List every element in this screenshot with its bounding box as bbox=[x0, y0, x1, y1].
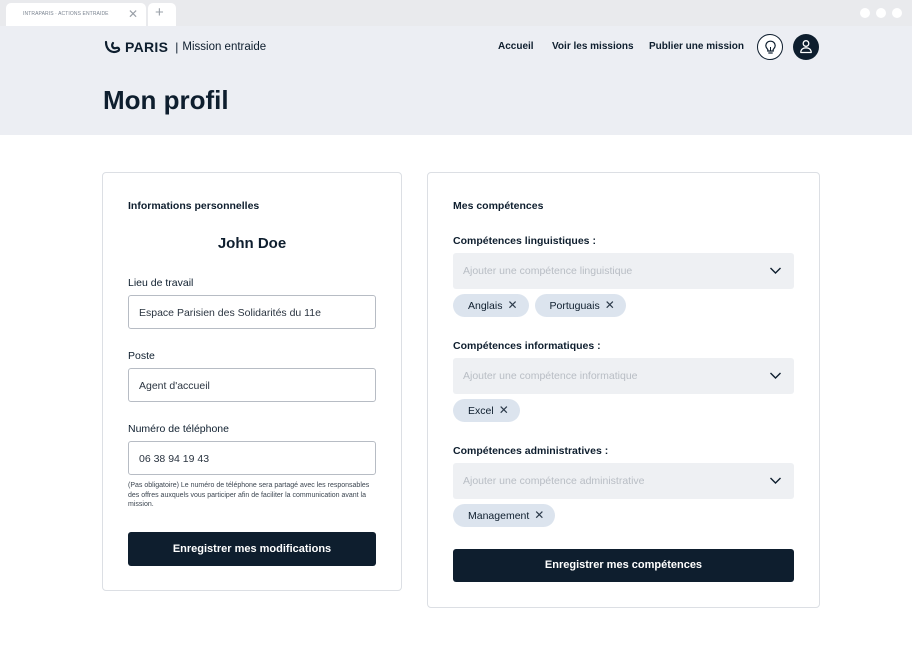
skill-chip[interactable]: Management ✕ bbox=[453, 504, 556, 527]
lightbulb-icon bbox=[764, 40, 776, 54]
window-dot-icon[interactable] bbox=[860, 8, 870, 18]
brand-subtitle: Mission entraide bbox=[182, 41, 267, 53]
user-icon bbox=[800, 40, 812, 54]
nav-link-accueil[interactable]: Accueil bbox=[498, 41, 534, 52]
new-tab-button[interactable]: + bbox=[148, 3, 176, 26]
skill-chip[interactable]: Anglais ✕ bbox=[453, 294, 529, 317]
skill-chip-label: Management bbox=[468, 510, 530, 522]
window-dot-icon[interactable] bbox=[892, 8, 902, 18]
remove-chip-icon[interactable]: ✕ bbox=[507, 298, 517, 312]
workplace-label: Lieu de travail bbox=[128, 277, 194, 289]
window-controls bbox=[860, 8, 902, 18]
language-skill-placeholder: Ajouter une compétence linguistique bbox=[463, 265, 633, 277]
chevron-down-icon bbox=[770, 477, 781, 484]
save-skills-button[interactable]: Enregistrer mes compétences bbox=[453, 549, 794, 582]
site-header: PARIS | Mission entraide Accueil Voir le… bbox=[0, 26, 912, 135]
admin-skills-label: Compétences administratives : bbox=[453, 445, 609, 457]
computer-skill-placeholder: Ajouter une compétence informatique bbox=[463, 370, 638, 382]
admin-chips: Management ✕ bbox=[453, 504, 556, 527]
skills-heading: Mes compétences bbox=[453, 200, 544, 212]
save-profile-button[interactable]: Enregistrer mes modifications bbox=[128, 532, 376, 566]
language-chips: Anglais ✕ Portuguais ✕ bbox=[453, 294, 626, 317]
nav-link-missions[interactable]: Voir les missions bbox=[552, 41, 634, 52]
user-name: John Doe bbox=[217, 235, 287, 252]
site-logo[interactable]: PARIS | Mission entraide bbox=[103, 39, 266, 55]
remove-chip-icon[interactable]: ✕ bbox=[499, 403, 509, 417]
personal-info-card: Informations personnelles John Doe Lieu … bbox=[102, 172, 402, 591]
skills-card: Mes compétences Compétences linguistique… bbox=[427, 172, 820, 608]
admin-skill-placeholder: Ajouter une compétence administrative bbox=[463, 475, 645, 487]
paris-logo-icon bbox=[104, 40, 121, 54]
computer-skills-label: Compétences informatiques : bbox=[453, 340, 601, 352]
remove-chip-icon[interactable]: ✕ bbox=[534, 508, 544, 522]
phone-note: (Pas obligatoire) Le numéro de téléphone… bbox=[128, 482, 370, 508]
skill-chip-label: Portuguais bbox=[549, 300, 600, 312]
profile-button[interactable] bbox=[793, 34, 819, 60]
computer-chips: Excel ✕ bbox=[453, 399, 520, 422]
plus-icon: + bbox=[155, 4, 164, 21]
tab-title: INTRAPARIS · ACTIONS ENTRAIDE bbox=[23, 11, 109, 17]
tab-close-icon[interactable]: ✕ bbox=[128, 7, 138, 21]
chevron-down-icon bbox=[770, 372, 781, 379]
browser-tab[interactable]: INTRAPARIS · ACTIONS ENTRAIDE ✕ bbox=[6, 3, 146, 26]
skill-chip-label: Anglais bbox=[468, 300, 503, 312]
language-skills-label: Compétences linguistiques : bbox=[453, 235, 596, 247]
skill-chip[interactable]: Excel ✕ bbox=[453, 399, 520, 422]
remove-chip-icon[interactable]: ✕ bbox=[605, 298, 615, 312]
brand-separator: | bbox=[175, 40, 179, 54]
position-label: Poste bbox=[128, 350, 155, 362]
window-dot-icon[interactable] bbox=[876, 8, 886, 18]
personal-info-heading: Informations personnelles bbox=[128, 200, 260, 212]
brand-name: PARIS bbox=[125, 39, 169, 55]
skill-chip-label: Excel bbox=[468, 405, 494, 417]
chevron-down-icon bbox=[770, 267, 781, 274]
workplace-field[interactable]: Espace Parisien des Solidarités du 11e bbox=[128, 295, 376, 329]
page-title: Mon profil bbox=[103, 85, 229, 115]
phone-label: Numéro de téléphone bbox=[128, 423, 229, 435]
browser-chrome: INTRAPARIS · ACTIONS ENTRAIDE ✕ + bbox=[0, 0, 912, 26]
computer-skill-select[interactable]: Ajouter une compétence informatique bbox=[453, 358, 794, 394]
language-skill-select[interactable]: Ajouter une compétence linguistique bbox=[453, 253, 794, 289]
position-field[interactable]: Agent d'accueil bbox=[128, 368, 376, 402]
nav-link-publish[interactable]: Publier une mission bbox=[649, 41, 744, 52]
admin-skill-select[interactable]: Ajouter une compétence administrative bbox=[453, 463, 794, 499]
phone-field[interactable]: 06 38 94 19 43 bbox=[128, 441, 376, 475]
skill-chip[interactable]: Portuguais ✕ bbox=[534, 294, 626, 317]
lightbulb-button[interactable] bbox=[757, 34, 783, 60]
